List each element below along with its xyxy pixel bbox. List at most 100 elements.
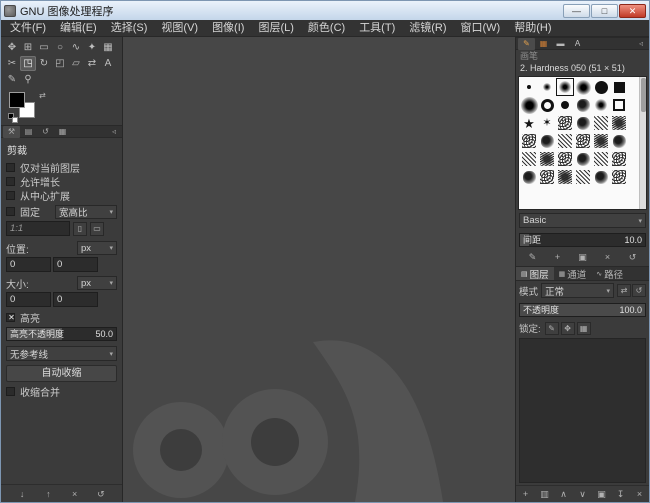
perspective-tool[interactable]: ▱ — [68, 56, 84, 71]
flip-tool[interactable]: ⇄ — [84, 56, 100, 71]
delete-tool-options-button[interactable]: × — [68, 487, 82, 501]
ellipse-select-tool[interactable]: ○ — [52, 40, 68, 55]
brush-thumb[interactable] — [592, 114, 610, 132]
brush-thumb[interactable] — [556, 114, 574, 132]
new-brush-button[interactable]: + — [551, 250, 565, 264]
brush-thumb[interactable] — [538, 150, 556, 168]
titlebar[interactable]: GNU 图像处理程序 — □ ✕ — [1, 1, 649, 20]
mode-group-toggle-button[interactable]: ⇄ — [617, 284, 631, 297]
brush-thumb[interactable] — [556, 78, 574, 96]
tab-paths[interactable]: ∿ 路径 — [591, 267, 628, 281]
position-y-input[interactable]: 0 — [53, 257, 98, 272]
raise-layer-button[interactable]: ∧ — [557, 487, 571, 501]
refresh-brushes-button[interactable]: ↺ — [626, 250, 640, 264]
menu-item-4[interactable]: 图像(I) — [205, 20, 251, 37]
menu-item-7[interactable]: 工具(T) — [352, 20, 402, 37]
brush-thumb[interactable]: ★ — [520, 114, 538, 132]
lock-alpha-button[interactable]: ▦ — [576, 321, 591, 335]
alignment-tool[interactable]: ⊞ — [20, 40, 36, 55]
allow-growing-checkbox[interactable] — [6, 177, 15, 186]
patterns-tab[interactable]: ▦ — [535, 38, 552, 50]
portrait-orientation-button[interactable]: ▯ — [73, 221, 87, 236]
aspect-ratio-input[interactable]: 1:1 — [6, 221, 70, 236]
maximize-button[interactable]: □ — [591, 3, 618, 18]
free-select-tool[interactable]: ∿ — [68, 40, 84, 55]
menu-item-2[interactable]: 选择(S) — [104, 20, 155, 37]
delete-brush-button[interactable]: × — [601, 250, 615, 264]
undo-history-tab[interactable]: ↺ — [37, 126, 54, 138]
delete-layer-button[interactable]: × — [633, 487, 647, 501]
brush-thumb[interactable] — [610, 150, 628, 168]
brush-thumb[interactable] — [556, 150, 574, 168]
zoom-tool[interactable]: ⚲ — [20, 72, 36, 87]
anchor-layer-button[interactable]: ↧ — [614, 487, 628, 501]
fixed-mode-combo[interactable]: 宽高比 ▾ — [55, 204, 117, 219]
brush-thumb[interactable] — [574, 78, 592, 96]
brush-thumb[interactable] — [520, 168, 538, 186]
brush-thumb[interactable] — [556, 168, 574, 186]
brush-thumb[interactable] — [592, 132, 610, 150]
brush-thumb[interactable] — [556, 96, 574, 114]
brush-thumb[interactable] — [592, 150, 610, 168]
guides-combo[interactable]: 无参考线 ▾ — [6, 346, 117, 361]
dock-menu-button[interactable]: ◃ — [108, 127, 120, 136]
menu-item-9[interactable]: 窗口(W) — [454, 20, 508, 37]
default-colors-icon[interactable] — [8, 113, 18, 123]
reset-tool-options-button[interactable]: ↺ — [94, 487, 108, 501]
size-unit-combo[interactable]: px ▾ — [77, 276, 117, 290]
tab-channels[interactable]: ▦ 通道 — [554, 267, 592, 281]
scrollbar-thumb[interactable] — [640, 78, 646, 112]
brush-thumb[interactable] — [538, 96, 556, 114]
dock-menu-button[interactable]: ◃ — [635, 39, 647, 48]
highlight-opacity-slider[interactable]: 高亮不透明度 50.0 — [6, 327, 117, 341]
brush-thumb[interactable] — [610, 96, 628, 114]
duplicate-layer-button[interactable]: ▣ — [595, 487, 609, 501]
brush-thumb[interactable] — [520, 78, 538, 96]
size-width-input[interactable]: 0 — [6, 292, 51, 307]
scissors-select-tool[interactable]: ✂ — [4, 56, 20, 71]
brush-thumb[interactable] — [592, 96, 610, 114]
brush-thumb[interactable] — [520, 132, 538, 150]
menu-item-8[interactable]: 滤镜(R) — [402, 20, 453, 37]
brush-thumb[interactable] — [520, 150, 538, 168]
lock-position-button[interactable]: ✥ — [560, 321, 575, 335]
swap-colors-icon[interactable]: ⇄ — [39, 91, 46, 100]
close-button[interactable]: ✕ — [619, 3, 646, 18]
error-console-tab[interactable]: ▦ — [54, 126, 71, 138]
brush-thumb[interactable] — [574, 168, 592, 186]
autoshrink-button[interactable]: 自动收缩 — [6, 365, 117, 382]
lock-pixels-button[interactable]: ✎ — [544, 321, 559, 335]
brush-thumb[interactable] — [556, 132, 574, 150]
brush-thumb[interactable] — [574, 132, 592, 150]
brush-thumb[interactable] — [592, 168, 610, 186]
brush-thumb[interactable] — [574, 114, 592, 132]
layers-list[interactable] — [519, 338, 646, 483]
gradients-tab[interactable]: ▬ — [552, 38, 569, 50]
menu-item-0[interactable]: 文件(F) — [3, 20, 53, 37]
move-tool[interactable]: ✥ — [4, 40, 20, 55]
position-unit-combo[interactable]: px ▾ — [77, 241, 117, 255]
menu-item-10[interactable]: 帮助(H) — [507, 20, 558, 37]
brush-thumb[interactable] — [610, 114, 628, 132]
mode-default-button[interactable]: ↺ — [632, 284, 646, 297]
new-layer-group-button[interactable]: ▥ — [538, 487, 552, 501]
menu-item-5[interactable]: 图层(L) — [251, 20, 300, 37]
fuzzy-select-tool[interactable]: ✦ — [84, 40, 100, 55]
brush-thumb[interactable] — [592, 78, 610, 96]
device-status-tab[interactable]: ▤ — [20, 126, 37, 138]
crop-tool[interactable]: ◳ — [20, 56, 36, 71]
brush-thumb[interactable] — [538, 78, 556, 96]
brush-thumb[interactable] — [610, 78, 628, 96]
shrink-merged-checkbox[interactable] — [6, 387, 15, 396]
rectangle-select-tool[interactable]: ▭ — [36, 40, 52, 55]
size-height-input[interactable]: 0 — [53, 292, 98, 307]
spacing-slider[interactable]: 间距 10.0 — [519, 233, 646, 247]
brush-thumb[interactable] — [538, 168, 556, 186]
tab-layers[interactable]: ▤ 图层 — [516, 267, 554, 281]
layer-mode-combo[interactable]: 正常 ▾ — [541, 283, 614, 298]
restore-tool-options-button[interactable]: ↑ — [41, 487, 55, 501]
brush-thumb[interactable] — [574, 96, 592, 114]
pencil-tool[interactable]: ✎ — [4, 72, 20, 87]
tool-options-tab[interactable]: ⚒ — [3, 125, 20, 138]
brushes-tab[interactable]: ✎ — [518, 37, 535, 50]
